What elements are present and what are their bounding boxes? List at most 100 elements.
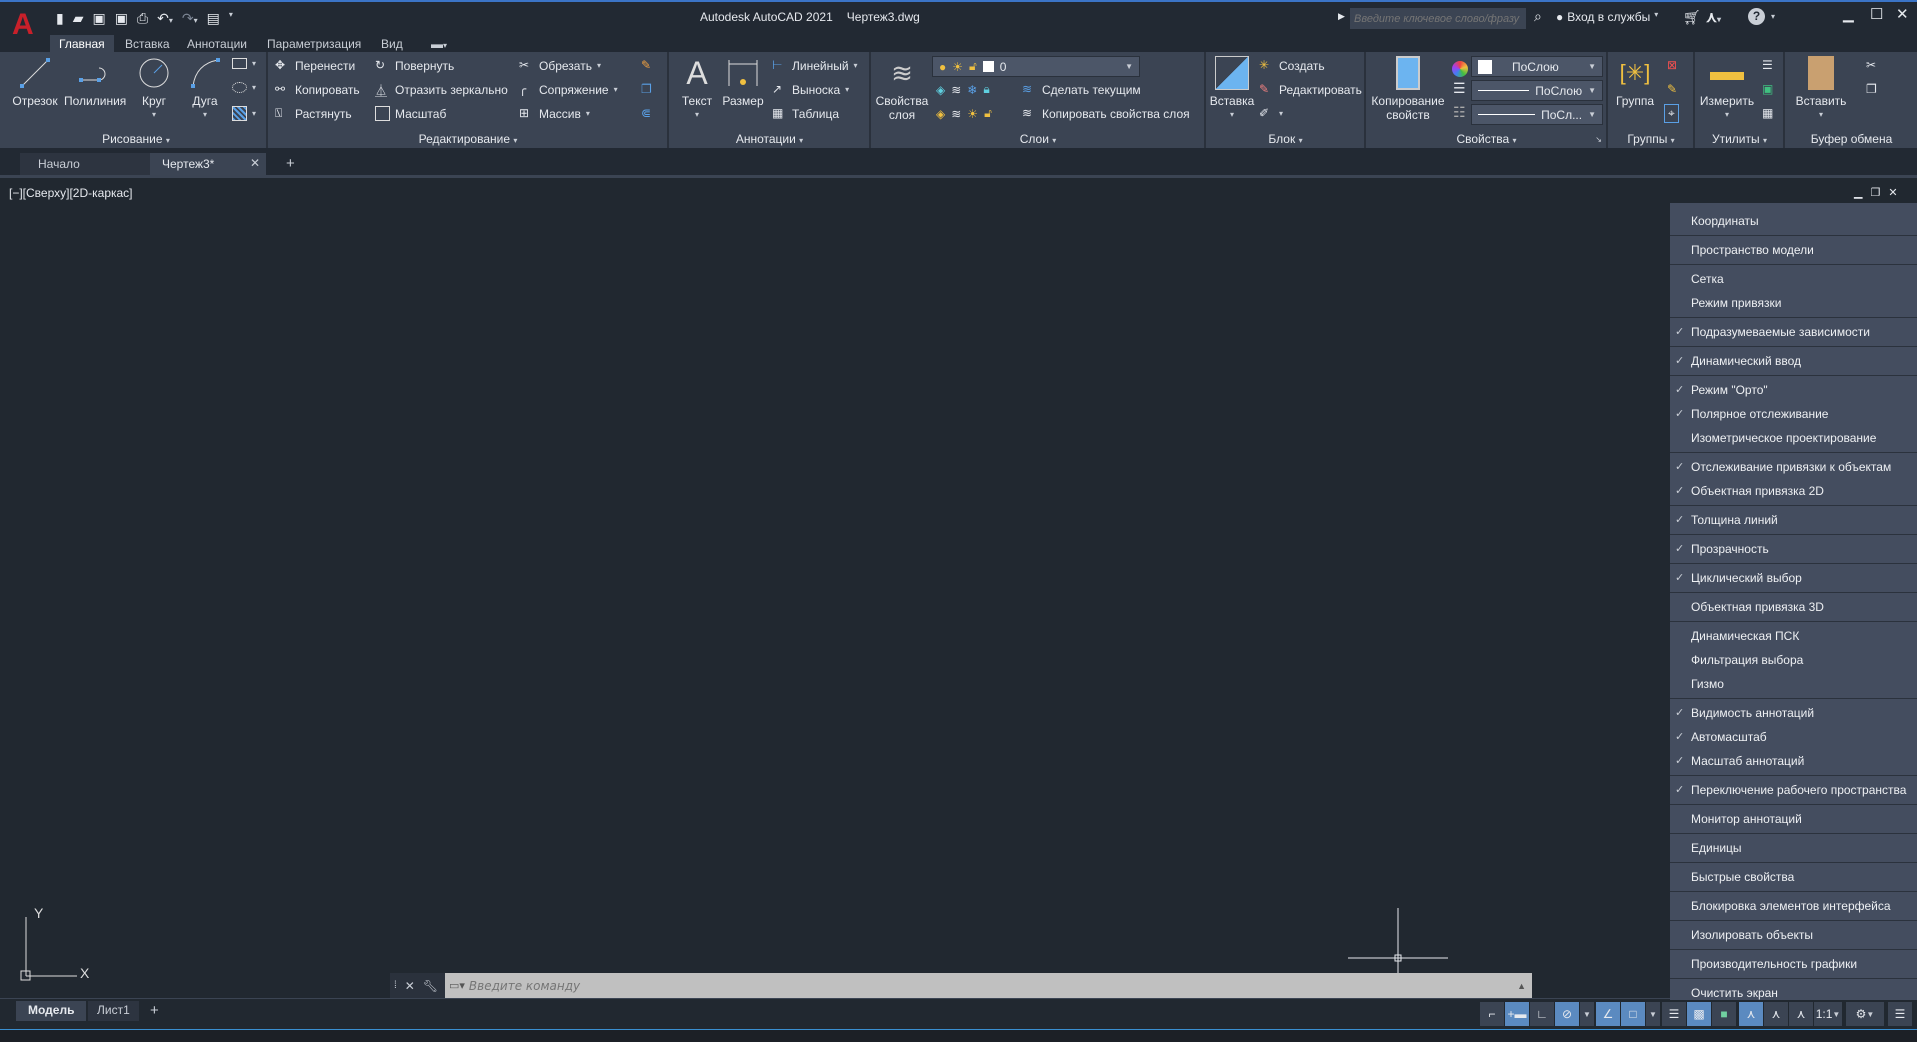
grip-icon[interactable]: ⁞ [394, 980, 397, 991]
layout-tab-sheet1[interactable]: Лист1 [88, 1001, 139, 1021]
menu-item[interactable]: Динамическая ПСК [1670, 624, 1917, 648]
create-block-button[interactable]: ✳ Создать [1259, 58, 1325, 73]
model-space-toggle[interactable]: ⌐ [1480, 1002, 1504, 1026]
menu-item[interactable]: Очистить экран [1670, 981, 1917, 1005]
ellipse-button[interactable]: ▾ [232, 82, 256, 93]
menu-item[interactable]: Пространство модели [1670, 238, 1917, 262]
search-input[interactable] [1350, 8, 1526, 29]
layout-tab-model[interactable]: Модель [16, 1001, 87, 1021]
menu-item[interactable]: Изометрическое проектирование [1670, 426, 1917, 450]
paste-button[interactable]: Вставить ▾ [1790, 56, 1852, 122]
search-icon[interactable]: ⌕ [1534, 8, 1542, 25]
wrench-icon[interactable]: 🔧︎ [423, 979, 438, 993]
text-button[interactable]: A Текст ▾ [674, 56, 720, 122]
table-button[interactable]: ▦ Таблица [772, 106, 839, 121]
help-chevron-icon[interactable]: ▾ [1771, 12, 1775, 21]
menu-item[interactable]: ✓ Масштаб аннотаций [1670, 749, 1917, 773]
copy-clip-icon[interactable]: ❐ [1866, 82, 1877, 96]
file-tab-drawing[interactable]: Чертеж3* ✕ [150, 153, 266, 175]
leader-button[interactable]: ↗ Выноска ▾ [772, 82, 849, 97]
circle-button[interactable]: Круг ▾ [131, 56, 177, 122]
selection-cycling-toggle[interactable]: ■ [1712, 1002, 1736, 1026]
command-expand-icon[interactable]: ▲ [1517, 981, 1532, 991]
cut-icon[interactable]: ✂ [1866, 58, 1876, 72]
lineweight-toggle[interactable]: ☰ [1662, 1002, 1686, 1026]
viewport-controls[interactable]: [−][Сверху][2D-каркас] [9, 186, 133, 200]
layer-properties-button[interactable]: ≋ Свойства слоя [874, 56, 930, 122]
menu-item[interactable]: ✓ Автомасштаб [1670, 725, 1917, 749]
select-all-icon[interactable]: ▣ [1762, 82, 1773, 96]
menu-item[interactable]: Блокировка элементов интерфейса [1670, 894, 1917, 918]
panel-title-layers[interactable]: Слои ▾ [872, 132, 1204, 146]
menu-item[interactable]: ✓ Подразумеваемые зависимости [1670, 320, 1917, 344]
new-icon[interactable]: ▮ [56, 10, 64, 27]
polyline-button[interactable]: Полилиния [64, 56, 126, 108]
group-button[interactable]: [✳] Группа [1611, 56, 1659, 108]
menu-item[interactable]: ✓ Прозрачность [1670, 537, 1917, 561]
linear-button[interactable]: ⊢ Линейный ▾ [772, 58, 858, 73]
annotation-scale-dropdown[interactable]: 1:1 ▼ [1814, 1002, 1842, 1026]
menu-item[interactable]: ✓ Режим "Орто" [1670, 378, 1917, 402]
panel-title-annotation[interactable]: Аннотации ▾ [670, 132, 869, 146]
command-history-icon[interactable]: ▭▾ [449, 979, 465, 992]
mirror-button[interactable]: ⏅ Отразить зеркально [375, 82, 508, 99]
viewport-close-icon[interactable]: ✕ [1888, 186, 1897, 199]
osnap-menu-chevron[interactable]: ▼ [1646, 1002, 1660, 1026]
menu-item[interactable]: ✓ Толщина линий [1670, 508, 1917, 532]
hatch-button[interactable]: ▾ [232, 106, 256, 121]
open-icon[interactable]: ▰ [73, 10, 84, 27]
annotation-scale-icon[interactable]: ⋏ [1789, 1002, 1813, 1026]
polar-toggle[interactable]: ⊘ [1555, 1002, 1579, 1026]
array-button[interactable]: ⊞ Массив ▾ [519, 106, 590, 121]
menu-item[interactable]: ✓ Видимость аннотаций [1670, 701, 1917, 725]
autocad-logo[interactable]: A [12, 8, 34, 42]
menu-item[interactable]: Изолировать объекты [1670, 923, 1917, 947]
menu-item[interactable]: Гизмо [1670, 672, 1917, 696]
dimension-button[interactable]: Размер [720, 56, 766, 108]
signin-button[interactable]: ● Вход в службы ▾ [1556, 10, 1658, 24]
measure-button[interactable]: Измерить ▾ [1698, 56, 1756, 122]
undo-icon[interactable]: ↶▾ [157, 10, 173, 27]
close-button[interactable]: ✕ [1896, 5, 1909, 23]
menu-item[interactable]: Сетка [1670, 267, 1917, 291]
object-snap-tracking-toggle[interactable]: ∠ [1596, 1002, 1620, 1026]
copy-button[interactable]: ⚯ Копировать [275, 82, 360, 97]
redo-icon[interactable]: ↷▾ [182, 10, 198, 27]
command-input[interactable] [468, 978, 1514, 993]
customize-chevron-icon[interactable]: ▾ [229, 10, 233, 27]
menu-item[interactable]: ✓ Отслеживание привязки к объектам [1670, 455, 1917, 479]
menu-item[interactable]: Производительность графики [1670, 952, 1917, 976]
stretch-button[interactable]: ⍂ Растянуть [275, 106, 352, 121]
layer-freeze-icon[interactable]: ❄ [967, 83, 977, 97]
ortho-toggle[interactable]: ∟ [1530, 1002, 1554, 1026]
workspace-icon[interactable]: ▤ [207, 10, 220, 27]
object-snap-toggle[interactable]: □ [1621, 1002, 1645, 1026]
dynamic-input-toggle[interactable]: +▬ [1505, 1002, 1529, 1026]
panel-title-groups[interactable]: Группы ▾ [1609, 132, 1693, 146]
layer-dropdown[interactable]: ● ☀ 🔓︎ 0 ▼ [932, 56, 1140, 77]
menu-item[interactable]: Объектная привязка 3D [1670, 595, 1917, 619]
ungroup-icon[interactable]: ⊠ [1667, 58, 1677, 72]
layer-off-icon[interactable]: ◈ [936, 83, 945, 97]
viewport-restore-icon[interactable]: ❐ [1870, 186, 1880, 199]
print-icon[interactable]: ⎙ [137, 10, 148, 27]
autoscale-toggle[interactable]: ⋏ [1764, 1002, 1788, 1026]
fillet-button[interactable]: ╭ Сопряжение ▾ [519, 82, 618, 97]
transparency-toggle[interactable]: ▩ [1687, 1002, 1711, 1026]
panel-title-utilities[interactable]: Утилиты ▾ [1696, 132, 1783, 146]
calculator-icon[interactable]: ▦ [1762, 106, 1773, 120]
file-tab-start[interactable]: Начало [20, 153, 150, 175]
help-icon[interactable]: ? [1748, 8, 1765, 25]
lineweight-dropdown[interactable]: ПоСлою ▼ [1471, 80, 1603, 101]
scale-button[interactable]: Масштаб [375, 106, 446, 121]
new-tab-button[interactable]: + [286, 155, 295, 172]
expand-arrow-icon[interactable]: ▶ [1338, 11, 1345, 22]
move-button[interactable]: ✥ Перенести [275, 58, 355, 73]
group-edit-icon[interactable]: ✎ [1667, 82, 1677, 96]
insert-block-button[interactable]: Вставка ▾ [1209, 56, 1255, 122]
menu-item[interactable]: Быстрые свойства [1670, 865, 1917, 889]
match-layer-button[interactable]: ≋ Копировать свойства слоя [1022, 106, 1190, 121]
panel-title-block[interactable]: Блок ▾ [1207, 132, 1364, 146]
menu-item[interactable]: ✓ Полярное отслеживание [1670, 402, 1917, 426]
menu-item[interactable]: Фильтрация выбора [1670, 648, 1917, 672]
